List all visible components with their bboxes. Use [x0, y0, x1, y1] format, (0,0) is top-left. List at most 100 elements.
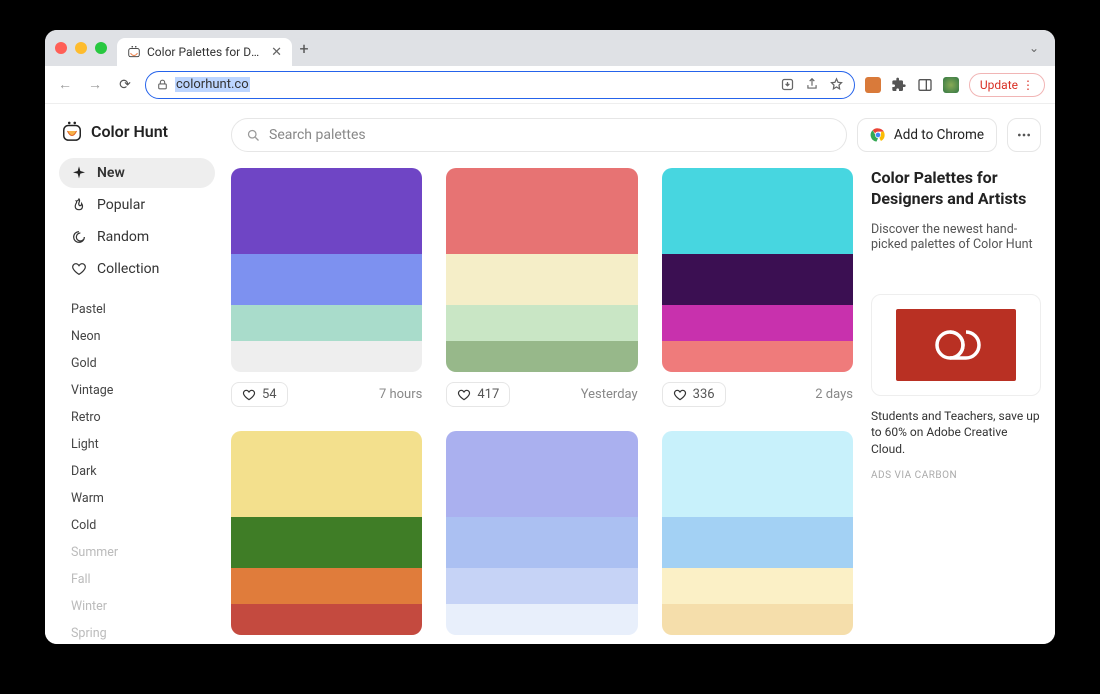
page-title: Color Palettes for Designers and Artists: [871, 168, 1041, 210]
browser-tab[interactable]: Color Palettes for Designers a… ✕: [117, 38, 292, 66]
palette-color[interactable]: [446, 168, 637, 254]
palette-color[interactable]: [446, 568, 637, 605]
lock-icon: [156, 78, 169, 91]
palette-color[interactable]: [446, 517, 637, 568]
like-button[interactable]: 417: [446, 382, 510, 407]
sidebar-item-label: Random: [97, 229, 149, 245]
sparkle-icon: [71, 165, 87, 181]
palette[interactable]: [231, 431, 422, 635]
tag-winter[interactable]: Winter: [71, 599, 215, 614]
profile-avatar[interactable]: [943, 77, 959, 93]
like-count: 417: [477, 387, 499, 402]
install-app-icon[interactable]: [780, 77, 795, 92]
extension-icon[interactable]: [865, 77, 881, 93]
sidebar-item-collection[interactable]: Collection: [59, 254, 215, 284]
palette-color[interactable]: [231, 168, 422, 254]
tab-close-icon[interactable]: ✕: [271, 45, 282, 60]
tag-vintage[interactable]: Vintage: [71, 383, 215, 398]
palette-color[interactable]: [231, 604, 422, 635]
new-tab-button[interactable]: +: [292, 39, 316, 58]
tag-dark[interactable]: Dark: [71, 464, 215, 479]
sidebar-item-popular[interactable]: Popular: [59, 190, 215, 220]
palette-time: 7 hours: [379, 387, 422, 402]
tag-gold[interactable]: Gold: [71, 356, 215, 371]
palette-color[interactable]: [446, 604, 637, 635]
palette[interactable]: [446, 431, 637, 635]
palette-card: 1,8594 days: [446, 431, 637, 644]
window-close[interactable]: [55, 42, 67, 54]
palette-color[interactable]: [662, 305, 853, 342]
brand-logo-icon: [61, 120, 83, 142]
panel-icon[interactable]: [917, 77, 933, 93]
tag-neon[interactable]: Neon: [71, 329, 215, 344]
palette-color[interactable]: [446, 305, 637, 342]
tag-warm[interactable]: Warm: [71, 491, 215, 506]
tag-spring[interactable]: Spring: [71, 626, 215, 641]
palette-color[interactable]: [231, 341, 422, 372]
palette[interactable]: [662, 168, 853, 372]
bookmark-star-icon[interactable]: [829, 77, 844, 92]
tag-fall[interactable]: Fall: [71, 572, 215, 587]
palette-time: Yesterday: [581, 387, 638, 402]
window-zoom[interactable]: [95, 42, 107, 54]
palette-color[interactable]: [231, 568, 422, 605]
palette-time: 2 days: [815, 387, 853, 402]
tag-light[interactable]: Light: [71, 437, 215, 452]
ad-attribution[interactable]: ADS VIA CARBON: [871, 470, 1041, 481]
tag-retro[interactable]: Retro: [71, 410, 215, 425]
palette-color[interactable]: [662, 168, 853, 254]
window-minimize[interactable]: [75, 42, 87, 54]
reload-button[interactable]: ⟳: [115, 77, 135, 93]
url-text: colorhunt.co: [175, 77, 250, 92]
address-bar[interactable]: colorhunt.co: [145, 71, 855, 99]
sidebar-item-random[interactable]: Random: [59, 222, 215, 252]
extensions-puzzle-icon[interactable]: [891, 77, 907, 93]
sidebar-item-label: New: [97, 165, 125, 181]
tag-cold[interactable]: Cold: [71, 518, 215, 533]
palette-color[interactable]: [231, 517, 422, 568]
forward-button[interactable]: →: [85, 76, 105, 93]
palette-card: 417 Yesterday: [446, 168, 637, 407]
tag-pastel[interactable]: Pastel: [71, 302, 215, 317]
search-placeholder: Search palettes: [269, 127, 366, 143]
palette-color[interactable]: [662, 341, 853, 372]
add-to-chrome-button[interactable]: Add to Chrome: [857, 118, 997, 152]
chrome-icon: [870, 127, 886, 143]
tab-overflow-icon[interactable]: ⌄: [1029, 41, 1045, 55]
sidebar-item-label: Collection: [97, 261, 159, 277]
palette[interactable]: [231, 168, 422, 372]
brand-name: Color Hunt: [91, 122, 168, 141]
palette[interactable]: [662, 431, 853, 635]
palette-color[interactable]: [662, 517, 853, 568]
brand[interactable]: Color Hunt: [59, 118, 215, 156]
palette-color[interactable]: [446, 431, 637, 517]
more-menu-button[interactable]: [1007, 118, 1041, 152]
ad-text[interactable]: Students and Teachers, save up to 60% on…: [871, 408, 1041, 458]
ad-box[interactable]: [871, 294, 1041, 396]
palette-color[interactable]: [231, 431, 422, 517]
palette-color[interactable]: [662, 604, 853, 635]
palette-color[interactable]: [446, 254, 637, 305]
tag-summer[interactable]: Summer: [71, 545, 215, 560]
dots-icon: [1016, 127, 1032, 143]
palette-color[interactable]: [231, 254, 422, 305]
palette-color[interactable]: [662, 431, 853, 517]
like-button[interactable]: 336: [662, 382, 726, 407]
update-button[interactable]: Update ⋮: [969, 73, 1045, 97]
palette-card: 54 7 hours: [231, 168, 422, 407]
palette-color[interactable]: [446, 341, 637, 372]
palette-card: 4193 days: [231, 431, 422, 644]
like-button[interactable]: 54: [231, 382, 288, 407]
palette-color[interactable]: [662, 568, 853, 605]
palette-color[interactable]: [662, 254, 853, 305]
back-button[interactable]: ←: [55, 76, 75, 93]
like-count: 336: [693, 387, 715, 402]
search-input[interactable]: Search palettes: [231, 118, 847, 152]
share-icon[interactable]: [805, 77, 819, 92]
palette-card: 1,0905 days: [662, 431, 853, 644]
swirl-icon: [71, 229, 87, 245]
palette[interactable]: [446, 168, 637, 372]
palette-color[interactable]: [231, 305, 422, 342]
more-icon: ⋮: [1022, 78, 1034, 92]
sidebar-item-new[interactable]: New: [59, 158, 215, 188]
